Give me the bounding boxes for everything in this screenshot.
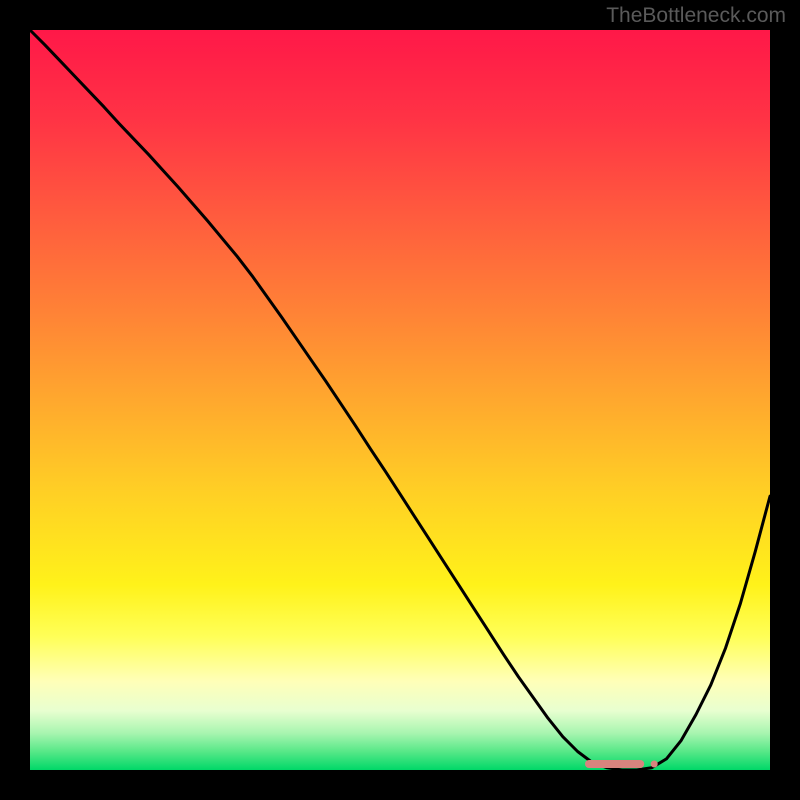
chart-container: TheBottleneck.com: [0, 0, 800, 800]
watermark-text: TheBottleneck.com: [606, 4, 786, 28]
bottleneck-chart: [0, 0, 800, 800]
optimal-range-marker: [585, 760, 644, 768]
optimal-range-marker-dot: [651, 761, 658, 768]
